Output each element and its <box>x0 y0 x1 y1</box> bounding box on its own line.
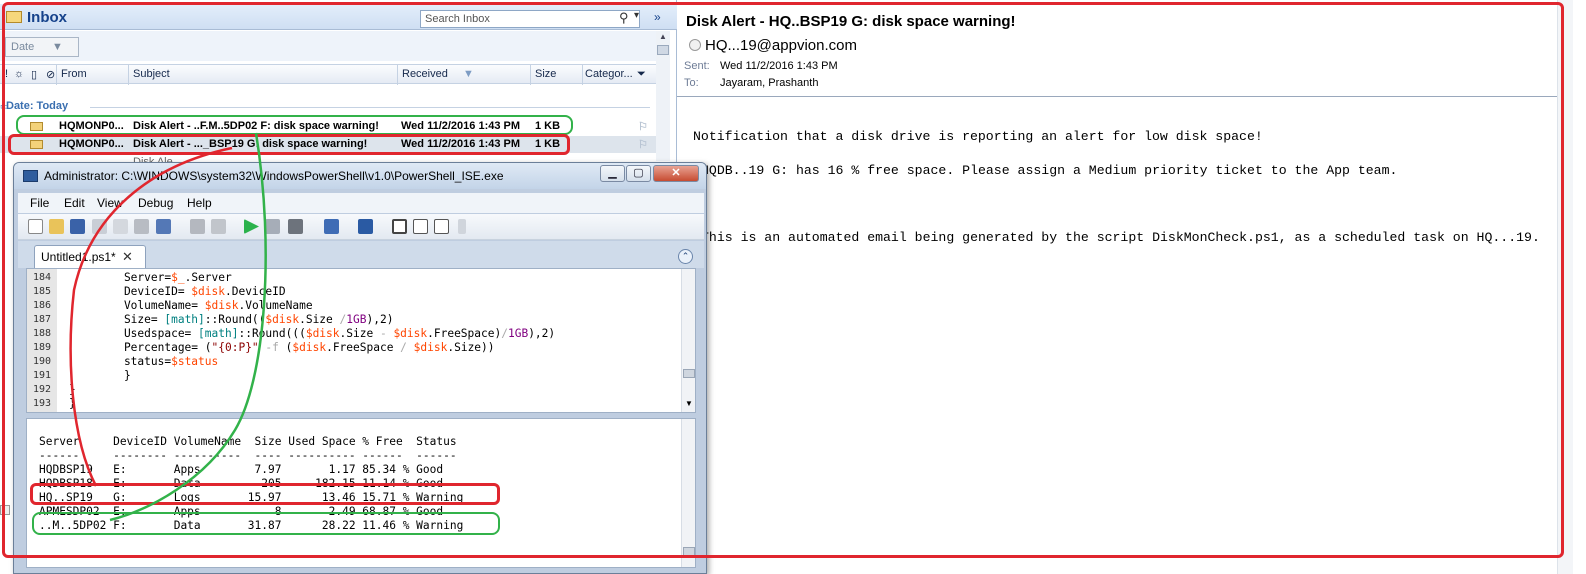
annotation-box-green <box>16 115 573 135</box>
annotation-box-red <box>8 134 570 155</box>
annotation-box-red <box>30 483 500 505</box>
annotation-box-red <box>2 2 1564 558</box>
annotation-box-green <box>32 512 500 535</box>
